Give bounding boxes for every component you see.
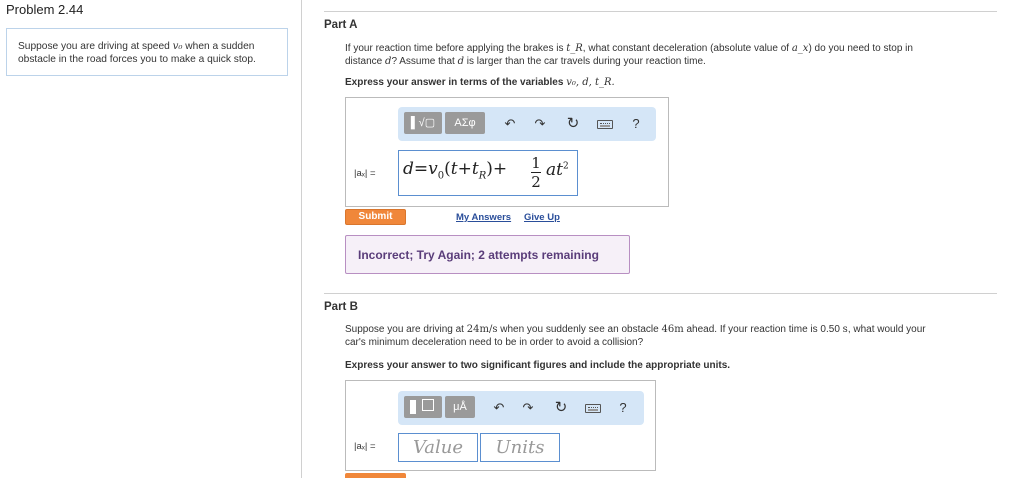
part-a-question: If your reaction time before applying th… <box>345 43 913 67</box>
part-b-answer-box: μÅ ↶ ↷ ↻ ? |aₓ| = Value Units <box>345 380 656 471</box>
templates-button[interactable]: ▌√▢ <box>404 112 442 134</box>
give-up-link[interactable]: Give Up <box>524 212 560 223</box>
part-b-answer-label: |aₓ| = <box>354 441 376 452</box>
part-a-submit-button[interactable]: Submit <box>345 209 406 225</box>
part-a-answer-box: ▌√▢ ΑΣφ ↶ ↷ ↻ ? |aₓ| = d=v0(t+tR)+ 1 2 a… <box>345 97 669 207</box>
undo-icon[interactable]: ↶ <box>491 400 507 416</box>
help-icon[interactable]: ? <box>615 400 631 416</box>
part-a-formula-input[interactable]: d=v0(t+tR)+ 1 2 at2 <box>398 150 578 196</box>
redo-icon[interactable]: ↷ <box>520 400 536 416</box>
symbols-button[interactable]: ΑΣφ <box>445 112 485 134</box>
formula-at: at2 <box>546 160 569 180</box>
reset-icon[interactable]: ↻ <box>565 116 581 132</box>
part-a-label: Part A <box>324 19 358 31</box>
part-b-label: Part B <box>324 301 358 313</box>
part-b-question: Suppose you are driving at 24m/s when yo… <box>345 324 926 348</box>
problem-title: Problem 2.44 <box>6 2 84 17</box>
formula-fraction: 1 2 <box>531 154 541 191</box>
redo-icon[interactable]: ↷ <box>532 116 548 132</box>
part-a-toolbar: ▌√▢ ΑΣφ ↶ ↷ ↻ ? <box>398 107 656 141</box>
part-a-answer-label: |aₓ| = <box>354 168 376 179</box>
part-a-divider <box>324 11 997 12</box>
my-answers-link[interactable]: My Answers <box>456 212 511 223</box>
keyboard-icon[interactable] <box>585 404 601 413</box>
reset-icon[interactable]: ↻ <box>553 400 569 416</box>
formula-expression: d=v0(t+tR)+ <box>403 159 508 182</box>
value-input[interactable]: Value <box>398 433 478 462</box>
part-b-instruction: Express your answer to two significant f… <box>345 360 731 371</box>
part-b-submit-button[interactable] <box>345 473 406 478</box>
templates-button[interactable] <box>404 396 442 418</box>
keyboard-icon[interactable] <box>597 120 613 129</box>
part-b-divider <box>324 293 997 294</box>
column-divider <box>301 0 302 478</box>
part-a-feedback: Incorrect; Try Again; 2 attempts remaini… <box>345 235 630 274</box>
intro-line-1: Suppose you are driving at speed v₀ when… <box>18 41 255 52</box>
intro-line-2: obstacle in the road forces you to make … <box>18 54 256 65</box>
units-button[interactable]: μÅ <box>445 396 475 418</box>
problem-intro: Suppose you are driving at speed v₀ when… <box>6 28 288 76</box>
undo-icon[interactable]: ↶ <box>502 116 518 132</box>
help-icon[interactable]: ? <box>628 116 644 132</box>
part-a-instruction: Express your answer in terms of the vari… <box>345 77 615 88</box>
units-input[interactable]: Units <box>480 433 560 462</box>
part-b-toolbar: μÅ ↶ ↷ ↻ ? <box>398 391 644 425</box>
